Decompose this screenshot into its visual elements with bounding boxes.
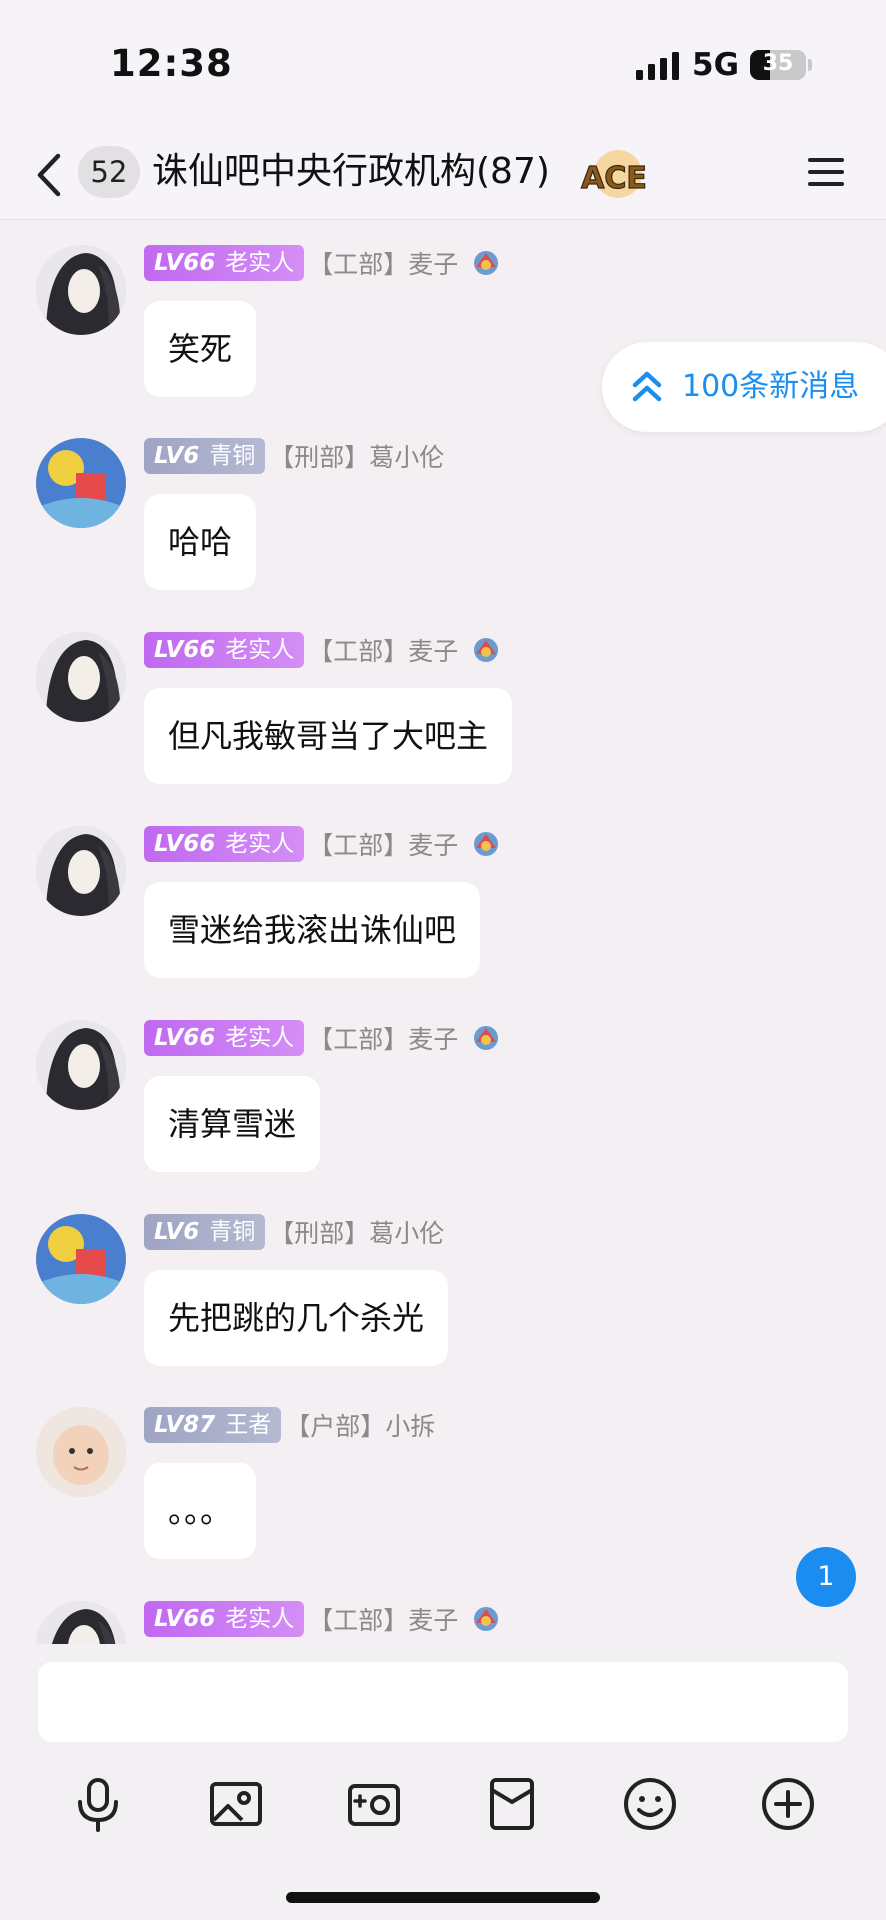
message-item: LV87 王者 【户部】小拆 。。。	[0, 1383, 886, 1573]
dragon-badge-icon	[474, 1607, 499, 1631]
dragon-badge-icon	[474, 251, 499, 275]
level-badge: LV6 青铜	[144, 438, 266, 474]
sender-name: 【工部】麦子	[308, 637, 459, 666]
input-bar	[0, 1644, 886, 1920]
camera-icon[interactable]	[344, 1774, 404, 1834]
image-icon[interactable]	[206, 1774, 266, 1834]
message-bubble[interactable]: 笑死	[144, 301, 257, 397]
message-bubble[interactable]: 但凡我敏哥当了大吧主	[144, 688, 513, 784]
avatar[interactable]	[36, 245, 126, 335]
sender-name: 【刑部】葛小伦	[269, 443, 445, 472]
message-item: LV6 青铜 【刑部】葛小伦 先把跳的几个杀光	[0, 1190, 886, 1380]
battery-icon: 35	[750, 50, 806, 80]
sender-name: 【户部】小拆	[285, 1412, 436, 1441]
sender-name: 【工部】麦子	[308, 250, 459, 279]
sender-meta: LV6 青铜 【刑部】葛小伦	[144, 438, 444, 474]
battery-cap	[808, 59, 812, 71]
level-badge: LV66 老实人	[144, 1020, 305, 1056]
unread-mention-badge[interactable]: 1	[796, 1547, 856, 1607]
avatar[interactable]	[36, 826, 126, 916]
avatar[interactable]	[36, 1214, 126, 1304]
menu-icon[interactable]	[806, 152, 846, 192]
sender-name: 【工部】麦子	[308, 831, 459, 860]
network-type: 5G	[692, 47, 740, 83]
sender-name: 【工部】麦子	[308, 1025, 459, 1054]
avatar[interactable]	[36, 632, 126, 722]
dragon-badge-icon	[474, 638, 499, 662]
sender-name: 【工部】麦子	[308, 1606, 459, 1635]
status-time: 12:38	[110, 42, 233, 85]
plus-icon[interactable]	[758, 1774, 818, 1834]
sender-meta: LV66 老实人 【工部】麦子	[144, 826, 504, 862]
message-bubble[interactable]: 清算雪迷	[144, 1076, 321, 1172]
message-item: LV66 老实人 【工部】麦子 但凡我敏哥当了大吧主	[0, 608, 886, 798]
emoji-icon[interactable]	[620, 1774, 680, 1834]
level-badge: LV6 青铜	[144, 1214, 266, 1250]
message-bubble[interactable]: 先把跳的几个杀光	[144, 1270, 449, 1366]
message-item: LV66 老实人 【工部】麦子 雪迷给我滚出诛仙吧	[0, 802, 886, 992]
double-chevron-up-icon	[632, 371, 662, 402]
avatar[interactable]	[36, 438, 126, 528]
message-list[interactable]: LV66 老实人 【工部】麦子 笑死 LV6 青铜 【刑部】葛小伦 哈哈 LV66 老实人…	[0, 221, 886, 1644]
group-title[interactable]: 诛仙吧中央行政机构(87)	[152, 146, 550, 198]
sender-meta: LV66 老实人 【工部】麦子	[144, 632, 504, 668]
ace-badge-text: ACE	[581, 161, 647, 196]
sender-meta: LV66 老实人 【工部】麦子	[144, 1601, 504, 1637]
level-badge: LV87 王者	[144, 1407, 282, 1443]
avatar[interactable]	[36, 1407, 126, 1497]
level-badge: LV66 老实人	[144, 826, 305, 862]
back-arrow-icon[interactable]	[30, 148, 70, 202]
chat-header: 52 诛仙吧中央行政机构(87) ACE	[0, 130, 886, 220]
sender-name: 【刑部】葛小伦	[269, 1219, 445, 1248]
avatar[interactable]	[36, 1020, 126, 1110]
sender-meta: LV6 青铜 【刑部】葛小伦	[144, 1214, 444, 1250]
battery-level: 35	[762, 51, 794, 76]
message-item: LV66 老实人 【工部】麦子 清算雪迷	[0, 996, 886, 1186]
sender-meta: LV87 王者 【户部】小拆	[144, 1407, 435, 1443]
signal-icon	[636, 52, 679, 80]
sender-meta: LV66 老实人 【工部】麦子	[144, 1020, 504, 1056]
dragon-badge-icon	[474, 1026, 499, 1050]
level-badge: LV66 老实人	[144, 632, 305, 668]
status-bar: 12:38 5G 35	[0, 0, 886, 130]
message-bubble[interactable]: 。。。	[144, 1463, 257, 1559]
dragon-badge-icon	[474, 832, 499, 856]
microphone-icon[interactable]	[68, 1774, 128, 1834]
message-bubble[interactable]: 雪迷给我滚出诛仙吧	[144, 882, 481, 978]
level-badge: LV66 老实人	[144, 245, 305, 281]
message-bubble[interactable]: 哈哈	[144, 494, 257, 590]
new-messages-label: 100条新消息	[682, 369, 860, 404]
new-messages-button[interactable]: 100条新消息	[602, 342, 886, 432]
unread-count-badge[interactable]: 52	[78, 146, 140, 198]
level-badge: LV66 老实人	[144, 1601, 305, 1637]
message-input[interactable]	[38, 1662, 848, 1742]
ace-badge-icon: ACE	[581, 150, 647, 198]
avatar[interactable]	[36, 1601, 126, 1644]
home-indicator	[286, 1892, 600, 1903]
message-item: LV66 老实人 【工部】麦子	[0, 1577, 886, 1644]
message-item: LV6 青铜 【刑部】葛小伦 哈哈	[0, 414, 886, 604]
sender-meta: LV66 老实人 【工部】麦子	[144, 245, 504, 281]
red-packet-icon[interactable]	[482, 1774, 542, 1834]
